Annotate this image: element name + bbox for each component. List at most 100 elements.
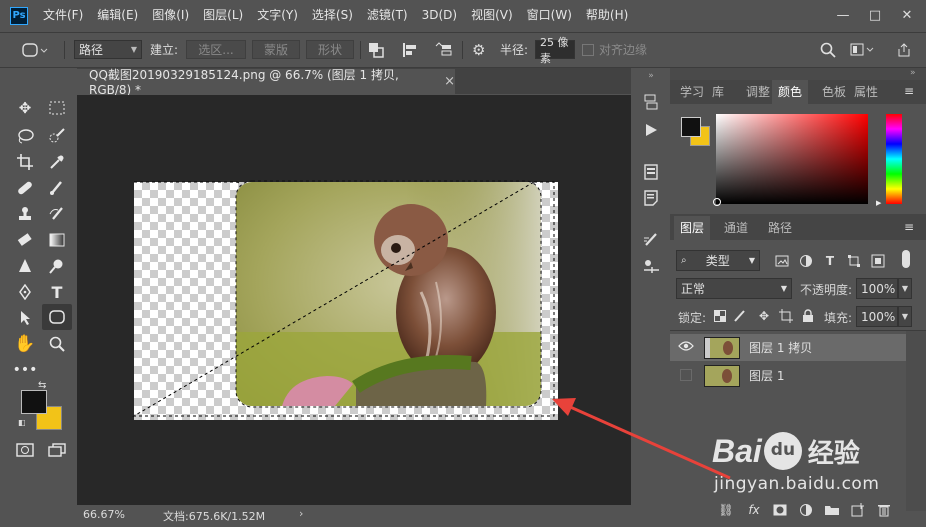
path-operations-icon[interactable]: [368, 39, 384, 60]
filter-type-icon[interactable]: T: [822, 253, 838, 269]
mode-dropdown[interactable]: 路径 ▼: [74, 40, 142, 59]
status-arrow-icon[interactable]: ›: [299, 507, 303, 520]
path-alignment-icon[interactable]: [402, 39, 418, 60]
tab-adjustments[interactable]: 调整: [740, 80, 776, 104]
tab-swatches[interactable]: 色板: [816, 80, 852, 104]
menu-layer[interactable]: 图层(L): [196, 0, 250, 31]
gear-icon[interactable]: ⚙: [472, 39, 485, 60]
marquee-tool-icon[interactable]: [44, 96, 70, 120]
tab-learn[interactable]: 学习: [674, 80, 710, 104]
default-colors-icon[interactable]: ◧: [18, 418, 26, 427]
tab-properties[interactable]: 属性: [848, 80, 884, 104]
blend-mode-dropdown[interactable]: 正常 ▼: [676, 278, 792, 299]
tab-channels[interactable]: 通道: [718, 216, 754, 240]
filter-shape-icon[interactable]: [846, 253, 862, 269]
type-tool-icon[interactable]: T: [44, 280, 70, 304]
color-picker-handle[interactable]: [713, 198, 721, 206]
eyedropper-tool-icon[interactable]: [44, 150, 70, 174]
menu-filter[interactable]: 滤镜(T): [360, 0, 415, 31]
tab-libraries[interactable]: 库: [706, 80, 730, 104]
minimize-button[interactable]: —: [830, 5, 856, 27]
color-panel-fg-swatch[interactable]: [681, 117, 701, 137]
clone-source-icon[interactable]: [643, 258, 659, 274]
eraser-tool-icon[interactable]: [12, 228, 38, 252]
menu-help[interactable]: 帮助(H): [579, 0, 635, 31]
menu-window[interactable]: 窗口(W): [520, 0, 579, 31]
menu-type[interactable]: 文字(Y): [250, 0, 305, 31]
close-button[interactable]: ✕: [894, 5, 920, 27]
tab-layers[interactable]: 图层: [674, 216, 711, 240]
menu-3d[interactable]: 3D(D): [415, 0, 464, 31]
document-tab[interactable]: QQ截图20190329185124.png @ 66.7% (图层 1 拷贝,…: [77, 68, 455, 97]
tab-paths[interactable]: 路径: [762, 216, 798, 240]
layers-panel-menu-icon[interactable]: ≡: [904, 220, 914, 234]
path-arrangement-icon[interactable]: [434, 39, 452, 60]
color-panel-menu-icon[interactable]: ≡: [904, 84, 914, 98]
filter-toggle-switch[interactable]: [902, 250, 910, 268]
menu-edit[interactable]: 编辑(E): [90, 0, 145, 31]
layer-row[interactable]: 图层 1: [670, 362, 906, 389]
layer-name[interactable]: 图层 1: [749, 367, 784, 384]
tab-color[interactable]: 颜色: [772, 80, 809, 104]
path-selection-tool-icon[interactable]: [12, 306, 38, 330]
workspace-icon[interactable]: [850, 39, 874, 60]
rounded-rectangle-tool-icon[interactable]: [42, 304, 72, 330]
opacity-chevron-icon[interactable]: ▼: [898, 278, 912, 299]
menu-view[interactable]: 视图(V): [464, 0, 520, 31]
lock-pixels-icon[interactable]: [732, 308, 748, 324]
history-panel-icon[interactable]: [643, 94, 659, 110]
foreground-color-swatch[interactable]: [21, 390, 47, 414]
actions-play-icon[interactable]: [643, 122, 659, 138]
panel-collapse-icon[interactable]: »: [910, 68, 916, 78]
more-tools-icon[interactable]: •••: [12, 358, 38, 382]
filter-image-icon[interactable]: [774, 253, 790, 269]
shape-button[interactable]: 形状: [306, 40, 354, 59]
lock-artboard-icon[interactable]: [778, 308, 794, 324]
lock-position-icon[interactable]: ✥: [756, 308, 772, 324]
gradient-tool-icon[interactable]: [44, 228, 70, 252]
radius-input[interactable]: 25 像素: [535, 36, 575, 65]
layers-scrollbar[interactable]: [906, 331, 926, 511]
selection-button[interactable]: 选区...: [186, 40, 246, 59]
pen-tool-icon[interactable]: [12, 280, 38, 304]
restore-button[interactable]: □: [862, 5, 888, 27]
layer-name[interactable]: 图层 1 拷贝: [749, 339, 812, 356]
strip-expand-icon[interactable]: »: [643, 68, 659, 84]
fill-input[interactable]: 100%: [856, 306, 898, 327]
hue-slider-handle[interactable]: ▶: [876, 199, 881, 207]
search-icon[interactable]: [820, 39, 836, 60]
tool-preset-picker[interactable]: [20, 39, 50, 60]
properties-panel-icon[interactable]: [643, 164, 659, 180]
filter-smart-object-icon[interactable]: [870, 253, 886, 269]
brush-settings-icon[interactable]: [643, 232, 659, 248]
quick-select-tool-icon[interactable]: [44, 124, 70, 148]
zoom-level[interactable]: 66.67%: [83, 508, 125, 521]
share-icon[interactable]: [896, 39, 912, 60]
clone-stamp-tool-icon[interactable]: [12, 202, 38, 226]
menu-select[interactable]: 选择(S): [305, 0, 360, 31]
menu-image[interactable]: 图像(I): [145, 0, 196, 31]
close-tab-icon[interactable]: ×: [444, 74, 455, 89]
lasso-tool-icon[interactable]: [12, 124, 38, 148]
brush-tool-icon[interactable]: [44, 176, 70, 200]
layer-filter-dropdown[interactable]: ⌕ 类型 ▼: [676, 250, 760, 271]
move-tool-icon[interactable]: ✥: [12, 96, 38, 120]
opacity-input[interactable]: 100%: [856, 278, 898, 299]
fill-chevron-icon[interactable]: ▼: [898, 306, 912, 327]
history-brush-tool-icon[interactable]: [44, 202, 70, 226]
zoom-tool-icon[interactable]: [44, 332, 70, 356]
color-field[interactable]: [716, 114, 868, 204]
hue-slider[interactable]: [886, 114, 902, 204]
screen-mode-icon[interactable]: [44, 438, 70, 462]
eye-visibility-icon[interactable]: [678, 340, 694, 356]
notes-panel-icon[interactable]: [643, 190, 659, 206]
healing-brush-tool-icon[interactable]: [12, 176, 38, 200]
eye-visibility-icon[interactable]: [680, 369, 692, 381]
filter-adjustment-icon[interactable]: [798, 253, 814, 269]
mask-button[interactable]: 蒙版: [252, 40, 300, 59]
hand-tool-icon[interactable]: ✋: [12, 332, 38, 356]
quick-mask-icon[interactable]: [12, 438, 38, 462]
crop-tool-icon[interactable]: [12, 150, 38, 174]
layer-row[interactable]: 图层 1 拷贝: [670, 334, 906, 361]
align-edges-checkbox[interactable]: [582, 43, 594, 56]
